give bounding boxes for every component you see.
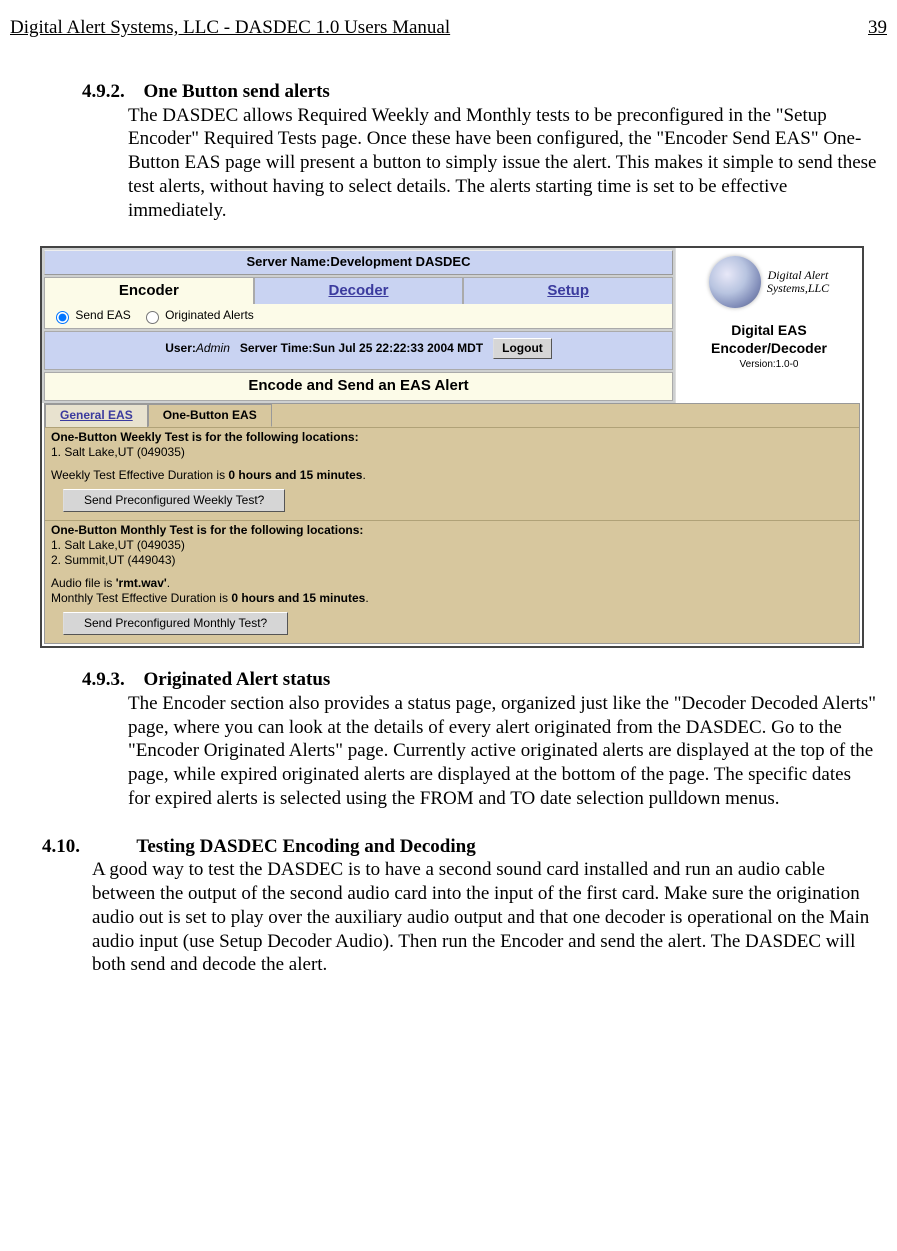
- radio-originated-alerts[interactable]: Originated Alerts: [141, 308, 254, 322]
- product-title: Digital EAS Encoder/Decoder: [680, 322, 858, 357]
- weekly-duration: Weekly Test Effective Duration is 0 hour…: [51, 468, 853, 483]
- page-number: 39: [868, 16, 887, 40]
- brand-name: Digital Alert Systems,LLC: [767, 269, 829, 295]
- server-time: Server Time:Sun Jul 25 22:22:33 2004 MDT: [240, 341, 483, 356]
- send-weekly-test-button[interactable]: Send Preconfigured Weekly Test?: [63, 489, 285, 512]
- sec-492-num: 4.9.2.: [82, 81, 125, 102]
- app-screenshot: Server Name:Development DASDEC Encoder D…: [40, 246, 864, 648]
- monthly-loc-1: 1. Salt Lake,UT (049035): [51, 538, 853, 553]
- sec-410-body: A good way to test the DASDEC is to have…: [92, 858, 887, 977]
- server-name-bar: Server Name:Development DASDEC: [44, 250, 673, 274]
- weekly-test-header: One-Button Weekly Test is for the follow…: [51, 430, 853, 445]
- sec-410-title: Testing DASDEC Encoding and Decoding: [136, 836, 475, 857]
- product-version: Version:1.0-0: [740, 359, 799, 372]
- monthly-audio: Audio file is 'rmt.wav'.: [51, 576, 853, 591]
- logout-button[interactable]: Logout: [493, 338, 552, 359]
- sec-493-body: The Encoder section also provides a stat…: [128, 692, 877, 811]
- weekly-loc-1: 1. Salt Lake,UT (049035): [51, 445, 853, 460]
- sec-493-title: Originated Alert status: [144, 669, 331, 690]
- tab-decoder[interactable]: Decoder: [254, 277, 464, 305]
- panel-title: Encode and Send an EAS Alert: [44, 372, 673, 401]
- sec-493-num: 4.9.3.: [82, 669, 125, 690]
- monthly-duration: Monthly Test Effective Duration is 0 hou…: [51, 591, 853, 606]
- monthly-test-header: One-Button Monthly Test is for the follo…: [51, 523, 853, 538]
- subtab-general-eas[interactable]: General EAS: [45, 404, 148, 427]
- globe-icon: [709, 256, 761, 308]
- sec-410-num: 4.10.: [42, 836, 80, 857]
- subtab-one-button-eas[interactable]: One-Button EAS: [148, 404, 272, 427]
- sec-492-title: One Button send alerts: [144, 81, 330, 102]
- tab-setup[interactable]: Setup: [463, 277, 673, 305]
- monthly-loc-2: 2. Summit,UT (449043): [51, 553, 853, 568]
- radio-send-eas[interactable]: Send EAS: [51, 308, 131, 322]
- user-label: User:Admin: [165, 341, 230, 356]
- send-monthly-test-button[interactable]: Send Preconfigured Monthly Test?: [63, 612, 288, 635]
- sec-492-body: The DASDEC allows Required Weekly and Mo…: [128, 104, 877, 223]
- tab-encoder[interactable]: Encoder: [44, 277, 254, 305]
- doc-title: Digital Alert Systems, LLC - DASDEC 1.0 …: [10, 16, 450, 40]
